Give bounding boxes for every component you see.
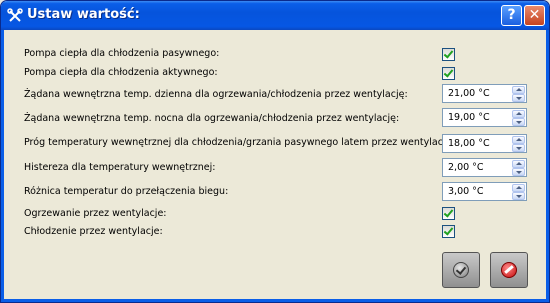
dialog-content: Pompa ciepła dla chłodzenia pasywnego: P… bbox=[4, 30, 546, 299]
spinner-night-temp-value: 19,00 °C bbox=[448, 112, 490, 123]
label-heating-ventilation: Ogrzewanie przez wentylacje: bbox=[24, 208, 167, 219]
label-cooling-ventilation: Chłodzenie przez wentylacje: bbox=[24, 226, 163, 237]
checkbox-cooling-ventilation[interactable] bbox=[442, 225, 455, 238]
spinner-summer-threshold-value: 18,00 °C bbox=[448, 138, 490, 149]
checkbox-pump-active-cooling[interactable] bbox=[442, 67, 455, 80]
label-summer-threshold: Próg temperatury wewnętrznej dla chłodze… bbox=[24, 137, 455, 148]
spinner-hysteresis-value: 2,00 °C bbox=[448, 162, 484, 173]
spin-down-icon[interactable] bbox=[512, 118, 525, 126]
help-icon: ? bbox=[507, 7, 516, 23]
label-day-temp: Żądana wewnętrzna temp. dzienna dla ogrz… bbox=[24, 89, 408, 100]
label-speed-switch-diff: Różnica temperatur do przełączenia biegu… bbox=[24, 186, 229, 197]
title-bar[interactable]: Ustaw wartość: ? ✕ bbox=[1, 1, 549, 30]
spin-down-icon[interactable] bbox=[512, 144, 525, 152]
spin-up-icon[interactable] bbox=[512, 110, 525, 118]
spin-up-icon[interactable] bbox=[512, 86, 525, 94]
close-button[interactable]: ✕ bbox=[524, 5, 545, 26]
spinner-speed-switch-diff-value: 3,00 °C bbox=[448, 186, 484, 197]
spinner-night-temp[interactable]: 19,00 °C bbox=[442, 108, 527, 127]
spin-down-icon[interactable] bbox=[512, 94, 525, 102]
spinner-speed-switch-diff[interactable]: 3,00 °C bbox=[442, 182, 527, 201]
label-hysteresis: Histereza dla temperatury wewnętrznej: bbox=[24, 162, 216, 173]
window-frame-bottom bbox=[1, 299, 549, 302]
spinner-day-temp[interactable]: 21,00 °C bbox=[442, 84, 527, 103]
spin-up-icon[interactable] bbox=[512, 184, 525, 192]
dialog-window: Ustaw wartość: ? ✕ Pompa ciepła dla chło… bbox=[0, 0, 550, 303]
help-button[interactable]: ? bbox=[501, 5, 522, 26]
spin-up-icon[interactable] bbox=[512, 160, 525, 168]
spin-down-icon[interactable] bbox=[512, 168, 525, 176]
spin-up-icon[interactable] bbox=[512, 136, 525, 144]
window-title: Ustaw wartość: bbox=[27, 7, 140, 22]
cancel-button[interactable] bbox=[490, 252, 528, 288]
spinner-day-temp-value: 21,00 °C bbox=[448, 88, 490, 99]
spinner-hysteresis[interactable]: 2,00 °C bbox=[442, 158, 527, 177]
tools-icon bbox=[7, 8, 23, 22]
ok-button[interactable] bbox=[442, 252, 480, 288]
label-pump-active-cooling: Pompa ciepła dla chłodzenia aktywnego: bbox=[24, 67, 218, 78]
ok-check-icon bbox=[453, 262, 469, 278]
label-pump-passive-cooling: Pompa ciepła dla chłodzenia pasywnego: bbox=[24, 48, 220, 59]
spin-down-icon[interactable] bbox=[512, 192, 525, 200]
close-icon: ✕ bbox=[528, 7, 541, 23]
checkbox-heating-ventilation[interactable] bbox=[442, 207, 455, 220]
window-frame-right bbox=[546, 30, 549, 302]
label-night-temp: Żądana wewnętrzna temp. nocna dla ogrzew… bbox=[24, 113, 400, 124]
cancel-icon bbox=[501, 262, 517, 278]
checkbox-pump-passive-cooling[interactable] bbox=[442, 48, 455, 61]
spinner-summer-threshold[interactable]: 18,00 °C bbox=[442, 134, 527, 153]
